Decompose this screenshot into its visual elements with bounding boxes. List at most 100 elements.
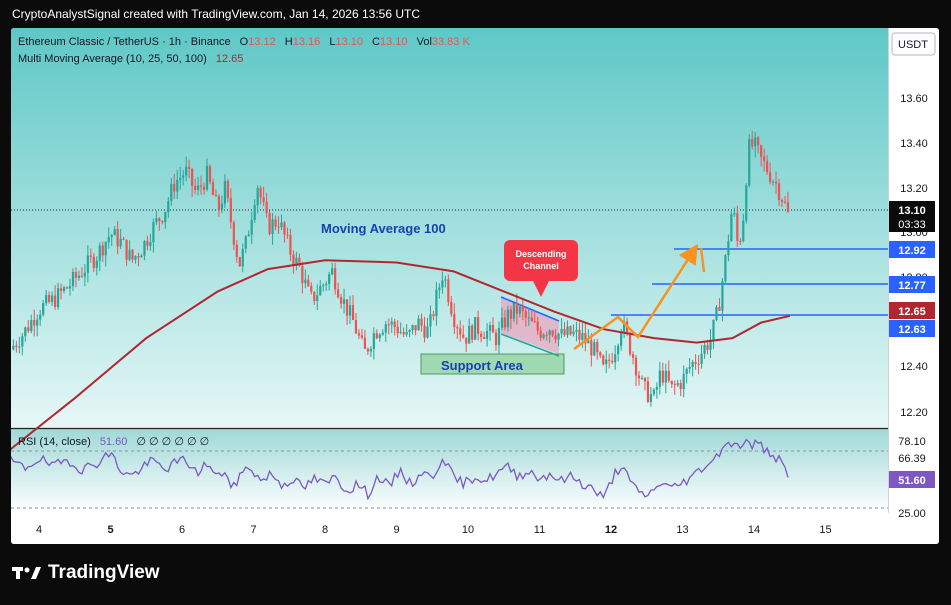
candle-body bbox=[748, 139, 751, 186]
candle-body bbox=[119, 238, 122, 247]
candle-body bbox=[113, 229, 116, 236]
candle-body bbox=[161, 221, 164, 223]
candle-body bbox=[697, 363, 700, 365]
candle-body bbox=[783, 201, 787, 203]
candle-body bbox=[691, 362, 694, 367]
candle-body bbox=[345, 299, 349, 316]
candle-body bbox=[92, 256, 95, 268]
candle-body bbox=[104, 242, 107, 256]
candle-body bbox=[777, 183, 781, 201]
candle-body bbox=[655, 386, 658, 390]
candle-body bbox=[664, 370, 667, 383]
candle-body bbox=[739, 240, 742, 242]
candle-body bbox=[21, 336, 24, 347]
rsi-legend-extras: ∅ ∅ ∅ ∅ ∅ ∅ bbox=[136, 436, 209, 448]
candle-body bbox=[703, 345, 706, 354]
candle-body bbox=[405, 331, 408, 335]
candle-body bbox=[754, 137, 757, 147]
candle-body bbox=[700, 353, 703, 364]
candle-body bbox=[375, 333, 378, 339]
candle-body bbox=[241, 248, 244, 267]
rsi-legend-value: 51.60 bbox=[100, 436, 128, 448]
candle-body bbox=[628, 332, 632, 355]
candle-body bbox=[194, 186, 197, 190]
candle-body bbox=[185, 166, 188, 176]
candle-body bbox=[268, 212, 271, 235]
candle-body bbox=[414, 325, 417, 331]
candle-body bbox=[381, 332, 384, 335]
currency-button[interactable]: USDT bbox=[891, 32, 936, 56]
candle-body bbox=[399, 332, 402, 334]
chart-frame[interactable]: Support Area Moving Average 100 Descendi… bbox=[11, 28, 939, 544]
callout-line-2: Channel bbox=[523, 261, 559, 271]
candle-body bbox=[77, 275, 81, 278]
candle-body bbox=[557, 333, 560, 340]
legend-vol-label: Vol bbox=[417, 36, 432, 48]
candle-body bbox=[599, 352, 602, 356]
candle-body bbox=[131, 249, 134, 260]
candle-body bbox=[53, 295, 57, 308]
candle-body bbox=[575, 329, 578, 332]
candle-body bbox=[605, 359, 608, 365]
candle-body bbox=[238, 257, 241, 267]
candle-body bbox=[86, 255, 89, 273]
candle-body bbox=[226, 180, 229, 199]
legend-ma-label: Multi Moving Average (10, 25, 50, 100) bbox=[18, 53, 207, 65]
candle-body bbox=[48, 295, 51, 302]
chart-canvas[interactable]: Support Area Moving Average 100 Descendi… bbox=[11, 28, 939, 544]
candle-body bbox=[65, 287, 69, 289]
candle-body bbox=[774, 181, 778, 184]
callout-line-1: Descending bbox=[515, 249, 566, 259]
candle-body bbox=[36, 319, 39, 326]
rsi-legend: RSI (14, close) 51.60 ∅ ∅ ∅ ∅ ∅ ∅ bbox=[18, 436, 209, 448]
candle-body bbox=[518, 306, 521, 314]
candle-body bbox=[646, 381, 650, 402]
candle-body bbox=[757, 137, 760, 146]
svg-text:12.77: 12.77 bbox=[898, 280, 926, 292]
candle-body bbox=[396, 326, 399, 334]
candle-body bbox=[42, 303, 45, 315]
candle-body bbox=[685, 368, 688, 374]
candle-body bbox=[724, 255, 727, 282]
legend-low: 13.10 bbox=[335, 36, 363, 48]
candle-body bbox=[295, 257, 298, 265]
candle-body bbox=[351, 305, 355, 320]
x-tick-5: 5 bbox=[107, 524, 113, 536]
x-tick-14: 14 bbox=[748, 524, 760, 536]
candle-body bbox=[569, 326, 572, 335]
candle-body bbox=[524, 311, 527, 318]
moving-average-100-label: Moving Average 100 bbox=[321, 221, 446, 236]
candle-body bbox=[256, 187, 259, 206]
candle-body bbox=[229, 198, 232, 223]
candle-body bbox=[122, 238, 125, 240]
candle-body bbox=[712, 319, 715, 340]
candle-body bbox=[688, 366, 691, 369]
candle-body bbox=[89, 255, 92, 257]
chart-watermark: CryptoAnalystSignal created with Trading… bbox=[12, 7, 420, 21]
candle-body bbox=[617, 345, 620, 355]
candle-body bbox=[71, 271, 75, 287]
candle-body bbox=[170, 183, 173, 202]
candle-body bbox=[95, 260, 98, 268]
candle-body bbox=[51, 295, 54, 302]
candle-body bbox=[223, 180, 226, 204]
candle-body bbox=[214, 194, 218, 197]
candle-body bbox=[274, 219, 277, 227]
legend-ma-value: 12.65 bbox=[216, 53, 244, 65]
candle-body bbox=[718, 306, 721, 311]
candle-body bbox=[456, 327, 459, 329]
candle-body bbox=[33, 320, 36, 326]
candle-body bbox=[667, 370, 670, 381]
candle-body bbox=[673, 384, 676, 386]
candle-body bbox=[152, 222, 155, 243]
rsi-tick-78-10: 78.10 bbox=[898, 436, 926, 448]
candle-body bbox=[590, 340, 593, 356]
candle-body bbox=[134, 256, 137, 260]
candle-body bbox=[682, 373, 685, 390]
candle-body bbox=[140, 255, 143, 258]
last-price-badge: 13.10 03:33 bbox=[889, 201, 935, 232]
candle-body bbox=[721, 281, 724, 311]
candle-body bbox=[494, 332, 498, 346]
candle-body bbox=[83, 272, 86, 277]
time-axis[interactable] bbox=[11, 513, 939, 544]
